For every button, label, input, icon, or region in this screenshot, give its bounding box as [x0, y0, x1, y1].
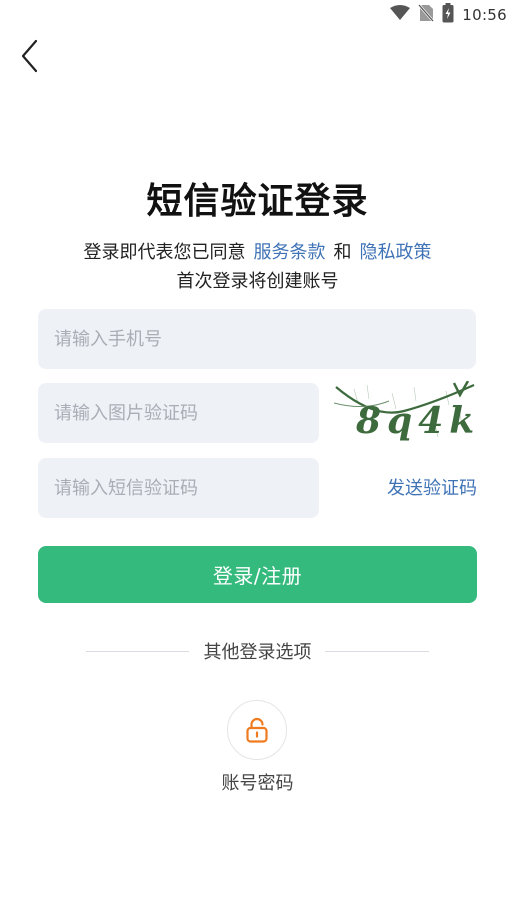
account-password-label: 账号密码 — [221, 773, 294, 794]
login-register-button[interactable]: 登录/注册 — [38, 546, 477, 603]
captcha-input[interactable] — [54, 402, 319, 424]
captcha-text: 8q4k — [355, 400, 477, 442]
sms-code-field — [38, 458, 319, 518]
captcha-field — [38, 383, 319, 443]
other-login-label: 其他登录选项 — [203, 642, 312, 663]
agreement-and: 和 — [333, 242, 352, 263]
send-code-button[interactable]: 发送验证码 — [387, 474, 477, 500]
agreement-prefix: 登录即代表您已同意 — [83, 242, 246, 263]
padlock-icon — [246, 717, 268, 743]
phone-field — [38, 309, 476, 369]
captcha-image[interactable]: 8q4k — [333, 380, 477, 445]
page-title: 短信验证登录 — [146, 181, 369, 222]
agreement-line: 登录即代表您已同意 服务条款和隐私政策 — [0, 238, 515, 264]
privacy-link[interactable]: 隐私政策 — [360, 242, 432, 263]
back-button[interactable] — [10, 36, 50, 76]
status-time: 10:56 — [462, 6, 507, 24]
terms-link[interactable]: 服务条款 — [254, 242, 326, 263]
sms-code-input[interactable] — [54, 477, 319, 499]
phone-input[interactable] — [54, 328, 476, 350]
battery-charging-icon — [442, 3, 454, 27]
divider-right — [325, 651, 429, 652]
status-bar: 10:56 — [0, 0, 515, 30]
subtitle: 首次登录将创建账号 — [176, 271, 339, 292]
account-password-option[interactable] — [227, 700, 287, 760]
wifi-icon — [390, 5, 411, 25]
chevron-left-icon — [21, 39, 38, 73]
status-icons: 10:56 — [390, 3, 507, 27]
no-sim-icon — [418, 4, 435, 26]
